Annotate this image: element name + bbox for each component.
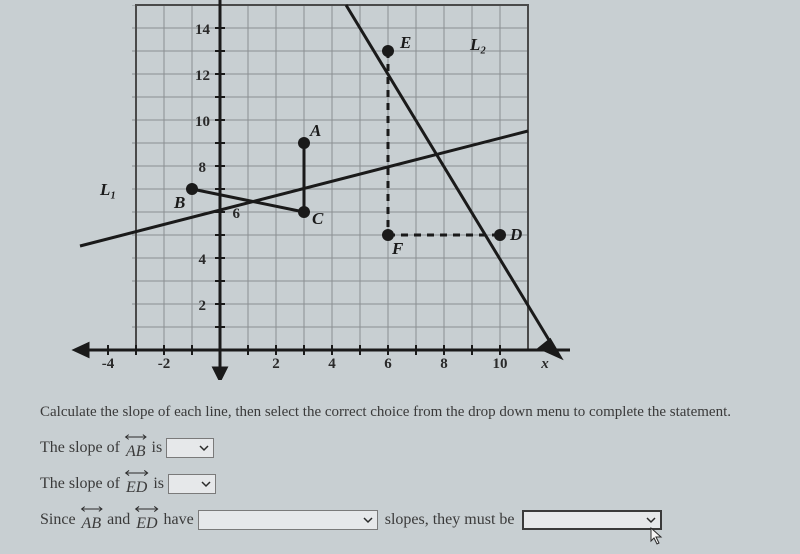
svg-text:x: x — [540, 356, 549, 372]
question-block: Calculate the slope of each line, then s… — [40, 404, 780, 543]
conclusion-row: Since AB and ED have slopes, they must b… — [40, 507, 780, 533]
svg-text:4: 4 — [199, 252, 207, 268]
double-arrow-icon — [134, 504, 159, 514]
svg-text:8: 8 — [440, 356, 448, 372]
svg-text:C: C — [312, 209, 324, 228]
slope-ab-row: The slope of AB is — [40, 435, 780, 461]
svg-text:E: E — [399, 33, 411, 52]
row3-mid: slopes, they must be — [385, 511, 515, 529]
double-arrow-icon — [80, 504, 104, 514]
svg-text:2: 2 — [199, 298, 207, 314]
lines-relation-dropdown[interactable] — [522, 510, 662, 530]
line-ab-symbol-2: AB — [82, 507, 102, 533]
coordinate-graph: -4 -2 2 4 6 8 10 x 2 4 6 8 10 12 14 — [70, 0, 580, 380]
svg-text:D: D — [509, 225, 522, 244]
instruction-text: Calculate the slope of each line, then s… — [40, 404, 780, 421]
line-ed-symbol: ED — [126, 471, 147, 497]
row2-prefix: The slope of — [40, 475, 120, 493]
svg-text:4: 4 — [328, 356, 336, 372]
chevron-down-icon — [201, 479, 211, 489]
row3-and: and — [107, 511, 130, 529]
row3-have: have — [164, 511, 194, 529]
line-ab-symbol: AB — [126, 435, 146, 461]
row2-suffix: is — [153, 475, 164, 493]
row1-suffix: is — [152, 439, 163, 457]
svg-text:8: 8 — [199, 160, 207, 176]
svg-text:F: F — [391, 239, 404, 258]
svg-text:2: 2 — [272, 356, 280, 372]
line-ed-symbol-2: ED — [136, 507, 157, 533]
chevron-down-icon — [646, 515, 656, 525]
row3-prefix: Since — [40, 511, 76, 529]
row1-prefix: The slope of — [40, 439, 120, 457]
slope-ab-dropdown[interactable] — [166, 438, 214, 458]
svg-text:12: 12 — [195, 68, 210, 84]
svg-text:10: 10 — [493, 356, 508, 372]
double-arrow-icon — [124, 468, 149, 478]
slope-ed-dropdown[interactable] — [168, 474, 216, 494]
svg-text:6: 6 — [384, 356, 392, 372]
slopes-relation-dropdown[interactable] — [198, 510, 378, 530]
chevron-down-icon — [363, 515, 373, 525]
svg-text:L₂: L₂ — [469, 35, 486, 54]
svg-text:10: 10 — [195, 114, 210, 130]
svg-text:14: 14 — [195, 22, 211, 38]
chevron-down-icon — [199, 443, 209, 453]
svg-text:B: B — [173, 193, 185, 212]
svg-text:-4: -4 — [102, 356, 115, 372]
svg-text:-2: -2 — [158, 356, 171, 372]
double-arrow-icon — [124, 432, 148, 442]
svg-text:A: A — [309, 121, 321, 140]
svg-text:L₁: L₁ — [99, 180, 116, 199]
slope-ed-row: The slope of ED is — [40, 471, 780, 497]
svg-text:6: 6 — [233, 206, 241, 222]
